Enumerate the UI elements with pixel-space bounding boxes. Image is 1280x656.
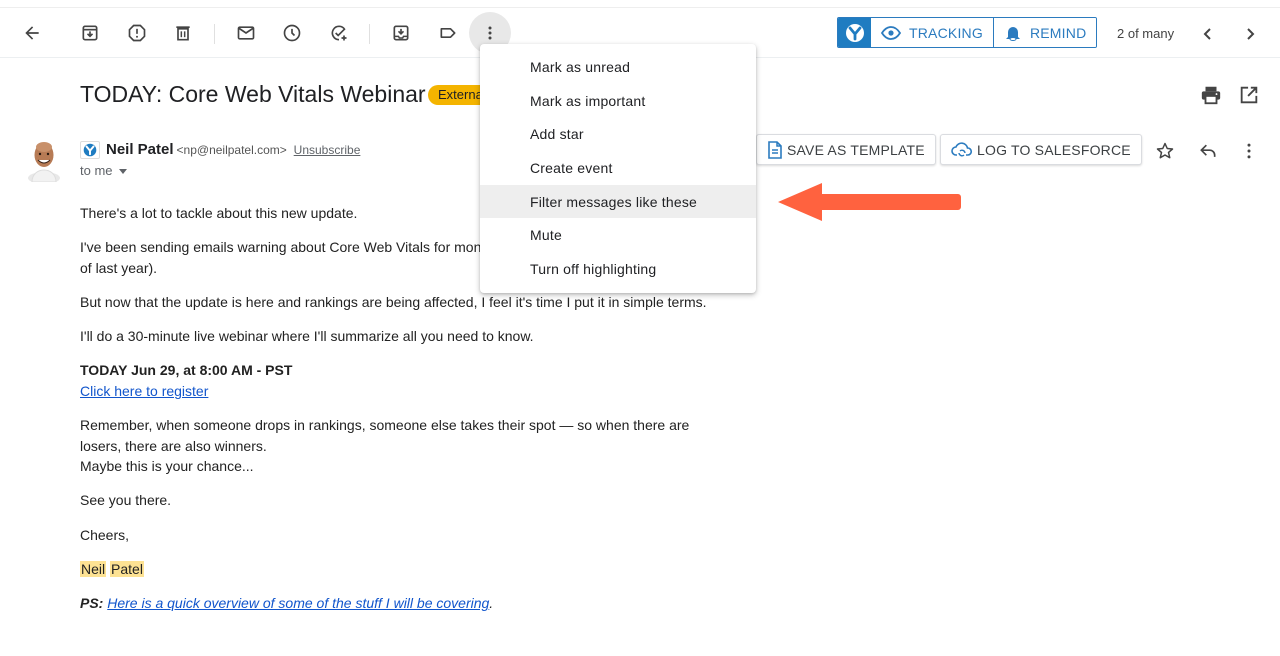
sender-yesware-icon [80,141,100,159]
more-options-menu: Mark as unread Mark as important Add sta… [480,44,756,293]
save-as-template-button[interactable]: SAVE AS TEMPLATE [756,134,936,165]
body-paragraph: of last year). [80,260,158,276]
signature: Neil Patel [80,559,144,580]
star-icon[interactable] [1154,140,1176,162]
body-paragraph: There's a lot to tackle about this new u… [80,205,358,221]
ps-end: . [489,595,494,611]
ps-link[interactable]: Here is a quick overview of some of the … [107,595,489,611]
body-paragraph: losers, there are also winners. [80,438,267,454]
sender-avatar[interactable] [24,138,64,184]
print-icon[interactable] [1200,84,1222,106]
yesware-toolbar: TRACKING REMIND [837,17,1098,48]
remind-label: REMIND [1029,24,1087,41]
body-paragraph: I've been sending emails warning about C… [80,239,494,255]
move-to-icon[interactable] [384,16,418,50]
label-icon[interactable] [431,16,465,50]
cloud-sync-icon [951,141,973,156]
signature-last-name: Patel [110,561,144,577]
menu-item-mute[interactable]: Mute [480,218,756,252]
chevron-right-icon [1247,28,1255,40]
mark-unread-icon[interactable] [229,16,263,50]
signature-first-name: Neil [80,561,107,577]
pager-text: 2 of many [1117,26,1175,41]
report-spam-icon[interactable] [120,16,154,50]
recipient-label: to me [80,163,113,178]
body-paragraph: Cheers, [80,527,130,543]
annotation-arrow-icon [778,183,961,221]
reply-icon[interactable] [1197,140,1219,162]
bell-icon [1005,26,1020,41]
menu-item-mark-important[interactable]: Mark as important [480,84,756,118]
body-paragraph: Maybe this is your chance... [80,458,254,474]
sender-name[interactable]: Neil Patel [106,141,174,158]
add-task-icon[interactable] [322,16,356,50]
body-paragraph: But now that the update is here and rank… [80,294,707,310]
caret-down-icon [118,169,127,175]
recipient-details-toggle[interactable]: to me [80,163,127,178]
log-to-salesforce-label: LOG TO SALESFORCE [977,141,1131,158]
sender-line: Neil Patel <np@neilpatel.com> Unsubscribe [106,141,360,158]
menu-item-mark-unread[interactable]: Mark as unread [480,50,756,84]
eye-icon [881,25,901,40]
open-in-new-window-icon[interactable] [1238,84,1260,106]
newer-email-button[interactable] [1196,22,1220,46]
document-icon [768,140,782,159]
body-paragraph: I'll do a 30-minute live webinar where I… [80,328,534,344]
message-more-icon[interactable] [1238,140,1260,162]
tracking-button[interactable]: TRACKING [871,18,993,47]
webinar-date: TODAY Jun 29, at 8:00 AM - PST [80,362,293,378]
chevron-left-icon [1203,28,1211,40]
older-email-button[interactable] [1238,22,1262,46]
sender-email: <np@neilpatel.com> [176,143,287,157]
snooze-icon[interactable] [275,16,309,50]
save-as-template-label: SAVE AS TEMPLATE [787,141,925,158]
delete-icon[interactable] [166,16,200,50]
toolbar-divider [214,24,215,44]
menu-item-create-event[interactable]: Create event [480,151,756,185]
unsubscribe-link[interactable]: Unsubscribe [294,143,361,157]
ps-label: PS: [80,595,104,611]
yesware-logo-icon[interactable] [838,18,871,47]
remind-button[interactable]: REMIND [992,18,1097,47]
ps-line: PS: Here is a quick overview of some of … [80,593,493,614]
body-paragraph: Remember, when someone drops in rankings… [80,417,690,433]
log-to-salesforce-button[interactable]: LOG TO SALESFORCE [940,134,1142,165]
register-link[interactable]: Click here to register [80,383,208,399]
back-icon[interactable] [15,16,49,50]
tracking-label: TRACKING [909,24,983,41]
menu-item-filter-messages[interactable]: Filter messages like these [480,184,756,219]
menu-item-turn-off-highlighting[interactable]: Turn off highlighting [480,252,756,286]
email-subject: TODAY: Core Web Vitals Webinar [80,81,426,107]
menu-item-add-star[interactable]: Add star [480,117,756,151]
archive-icon[interactable] [73,16,107,50]
body-paragraph: See you there. [80,492,172,508]
toolbar-divider [369,24,370,44]
